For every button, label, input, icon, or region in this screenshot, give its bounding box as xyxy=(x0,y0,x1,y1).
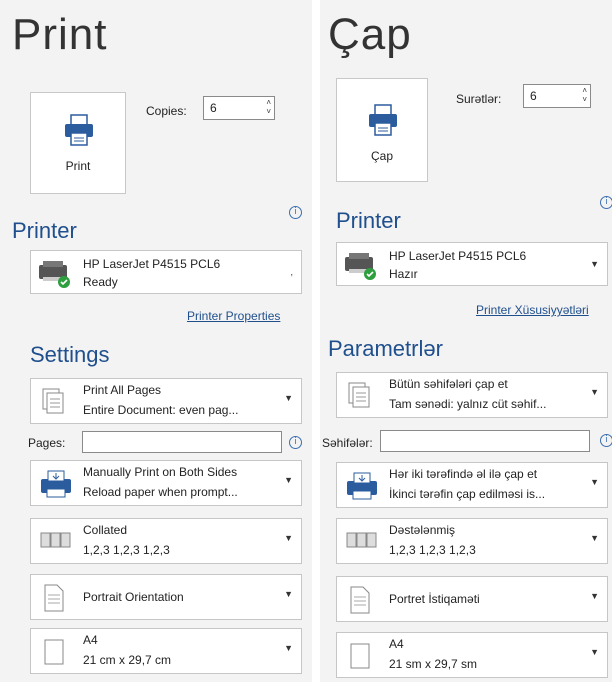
info-icon[interactable]: i xyxy=(600,434,612,447)
printer-icon xyxy=(369,104,397,136)
chevron-down-icon: ▼ xyxy=(284,643,293,653)
chevron-down-icon: ▼ xyxy=(590,259,599,269)
manual-duplex-icon xyxy=(347,472,377,500)
page-title: Çap xyxy=(328,10,412,59)
collated-icon xyxy=(346,532,377,548)
printer-properties-link[interactable]: Printer Properties xyxy=(187,309,280,323)
orientation-title: Portret İstiqaməti xyxy=(389,592,480,606)
printer-name: HP LaserJet P4515 PCL6 xyxy=(389,249,527,263)
paper-size-select[interactable]: A4 21 cm x 29,7 cm ▼ xyxy=(30,628,302,674)
copies-label: Surətlər: xyxy=(456,92,502,106)
collation-title: Collated xyxy=(83,523,128,537)
collation-title: Dəstələnmiş xyxy=(389,523,456,537)
print-range-detail: Tam sənədi: yalnız cüt səhif... xyxy=(389,397,547,411)
printer-heading: Printer xyxy=(12,218,77,243)
printer-icon xyxy=(65,114,93,146)
print-range-select[interactable]: Bütün səhifələri çap et Tam sənədi: yaln… xyxy=(336,372,608,418)
info-icon[interactable]: i xyxy=(289,206,302,219)
duplex-select[interactable]: Manually Print on Both Sides Reload pape… xyxy=(30,460,302,506)
print-range-detail: Entire Document: even pag... xyxy=(83,403,239,417)
print-button[interactable]: Print xyxy=(30,92,126,194)
page-title: Print xyxy=(12,10,108,59)
print-panel-en: Print Print Copies: 6 ˄ ˅ Printer i HP La… xyxy=(0,0,312,682)
copies-value: 6 xyxy=(530,89,537,103)
pages-icon xyxy=(348,382,370,408)
pages-input[interactable] xyxy=(380,430,590,452)
chevron-down-icon: ▼ xyxy=(284,589,293,599)
pages-label: Səhifələr: xyxy=(322,436,373,450)
portrait-icon xyxy=(44,584,64,612)
printer-device-icon xyxy=(39,261,70,288)
collation-detail: 1,2,3 1,2,3 1,2,3 xyxy=(83,543,170,557)
print-panel-az: Çap Çap Surətlər: 6 ˄ ˅ Printer i HP Lase… xyxy=(320,0,612,682)
manual-duplex-icon xyxy=(41,470,71,498)
spinner-icon[interactable]: ˄ ˅ xyxy=(266,98,271,116)
duplex-detail: Reload paper when prompt... xyxy=(83,485,238,499)
chevron-down-icon: ▼ xyxy=(284,475,293,485)
settings-heading: Settings xyxy=(30,342,110,367)
printer-properties-link[interactable]: Printer Xüsusiyyətləri xyxy=(476,303,589,317)
copies-label: Copies: xyxy=(146,104,187,118)
paper-size-detail: 21 sm x 29,7 sm xyxy=(389,657,478,671)
paper-size-icon xyxy=(44,639,64,665)
duplex-detail: İkinci tərəfin çap edilməsi is... xyxy=(389,487,546,501)
printer-select[interactable]: HP LaserJet P4515 PCL6 Ready , xyxy=(30,250,302,294)
pages-label: Pages: xyxy=(28,436,66,450)
chevron-down-icon: ▼ xyxy=(590,533,599,543)
printer-name: HP LaserJet P4515 PCL6 xyxy=(83,257,221,271)
orientation-title: Portrait Orientation xyxy=(83,590,184,604)
chevron-down-icon: ▼ xyxy=(590,477,599,487)
chevron-down-icon: ▼ xyxy=(590,387,599,397)
print-range-select[interactable]: Print All Pages Entire Document: even pa… xyxy=(30,378,302,424)
print-button[interactable]: Çap xyxy=(336,78,428,182)
collation-detail: 1,2,3 1,2,3 1,2,3 xyxy=(389,543,476,557)
copies-stepper[interactable]: 6 ˄ ˅ xyxy=(523,84,591,108)
print-button-label: Print xyxy=(65,159,91,173)
printer-select[interactable]: HP LaserJet P4515 PCL6 Hazır ▼ xyxy=(336,242,608,286)
paper-size-title: A4 xyxy=(389,637,404,651)
duplex-title: Hər iki tərəfində əl ilə çap et xyxy=(389,467,538,481)
collation-select[interactable]: Dəstələnmiş 1,2,3 1,2,3 1,2,3 ▼ xyxy=(336,518,608,564)
printer-status: Hazır xyxy=(389,267,418,281)
settings-heading: Parametrlər xyxy=(328,336,443,361)
chevron-down-icon: ▼ xyxy=(284,533,293,543)
duplex-title: Manually Print on Both Sides xyxy=(83,465,238,479)
spinner-icon[interactable]: ˄ ˅ xyxy=(582,86,587,104)
portrait-icon xyxy=(350,586,370,614)
printer-heading: Printer xyxy=(336,208,401,233)
printer-status: Ready xyxy=(83,275,118,289)
pages-input[interactable] xyxy=(82,431,282,453)
info-icon[interactable]: i xyxy=(289,436,302,449)
paper-size-detail: 21 cm x 29,7 cm xyxy=(83,653,172,667)
copies-stepper[interactable]: 6 ˄ ˅ xyxy=(203,96,275,120)
chevron-down-icon: ▼ xyxy=(284,393,293,403)
paper-size-icon xyxy=(350,643,370,669)
paper-size-select[interactable]: A4 21 sm x 29,7 sm ▼ xyxy=(336,632,608,678)
copies-value: 6 xyxy=(210,101,217,115)
chevron-down-icon: ▼ xyxy=(590,591,599,601)
info-icon[interactable]: i xyxy=(600,196,612,209)
paper-size-title: A4 xyxy=(83,633,98,647)
print-range-title: Print All Pages xyxy=(83,383,162,397)
pages-icon xyxy=(42,388,64,414)
orientation-select[interactable]: Portret İstiqaməti ▼ xyxy=(336,576,608,622)
orientation-select[interactable]: Portrait Orientation ▼ xyxy=(30,574,302,620)
print-range-title: Bütün səhifələri çap et xyxy=(389,377,508,391)
duplex-select[interactable]: Hər iki tərəfində əl ilə çap et İkinci t… xyxy=(336,462,608,508)
chevron-down-icon: ▼ xyxy=(590,647,599,657)
printer-device-icon xyxy=(345,253,376,280)
collation-select[interactable]: Collated 1,2,3 1,2,3 1,2,3 ▼ xyxy=(30,518,302,564)
chevron-down-icon: , xyxy=(290,267,293,277)
collated-icon xyxy=(40,532,71,548)
print-button-label: Çap xyxy=(370,149,393,163)
